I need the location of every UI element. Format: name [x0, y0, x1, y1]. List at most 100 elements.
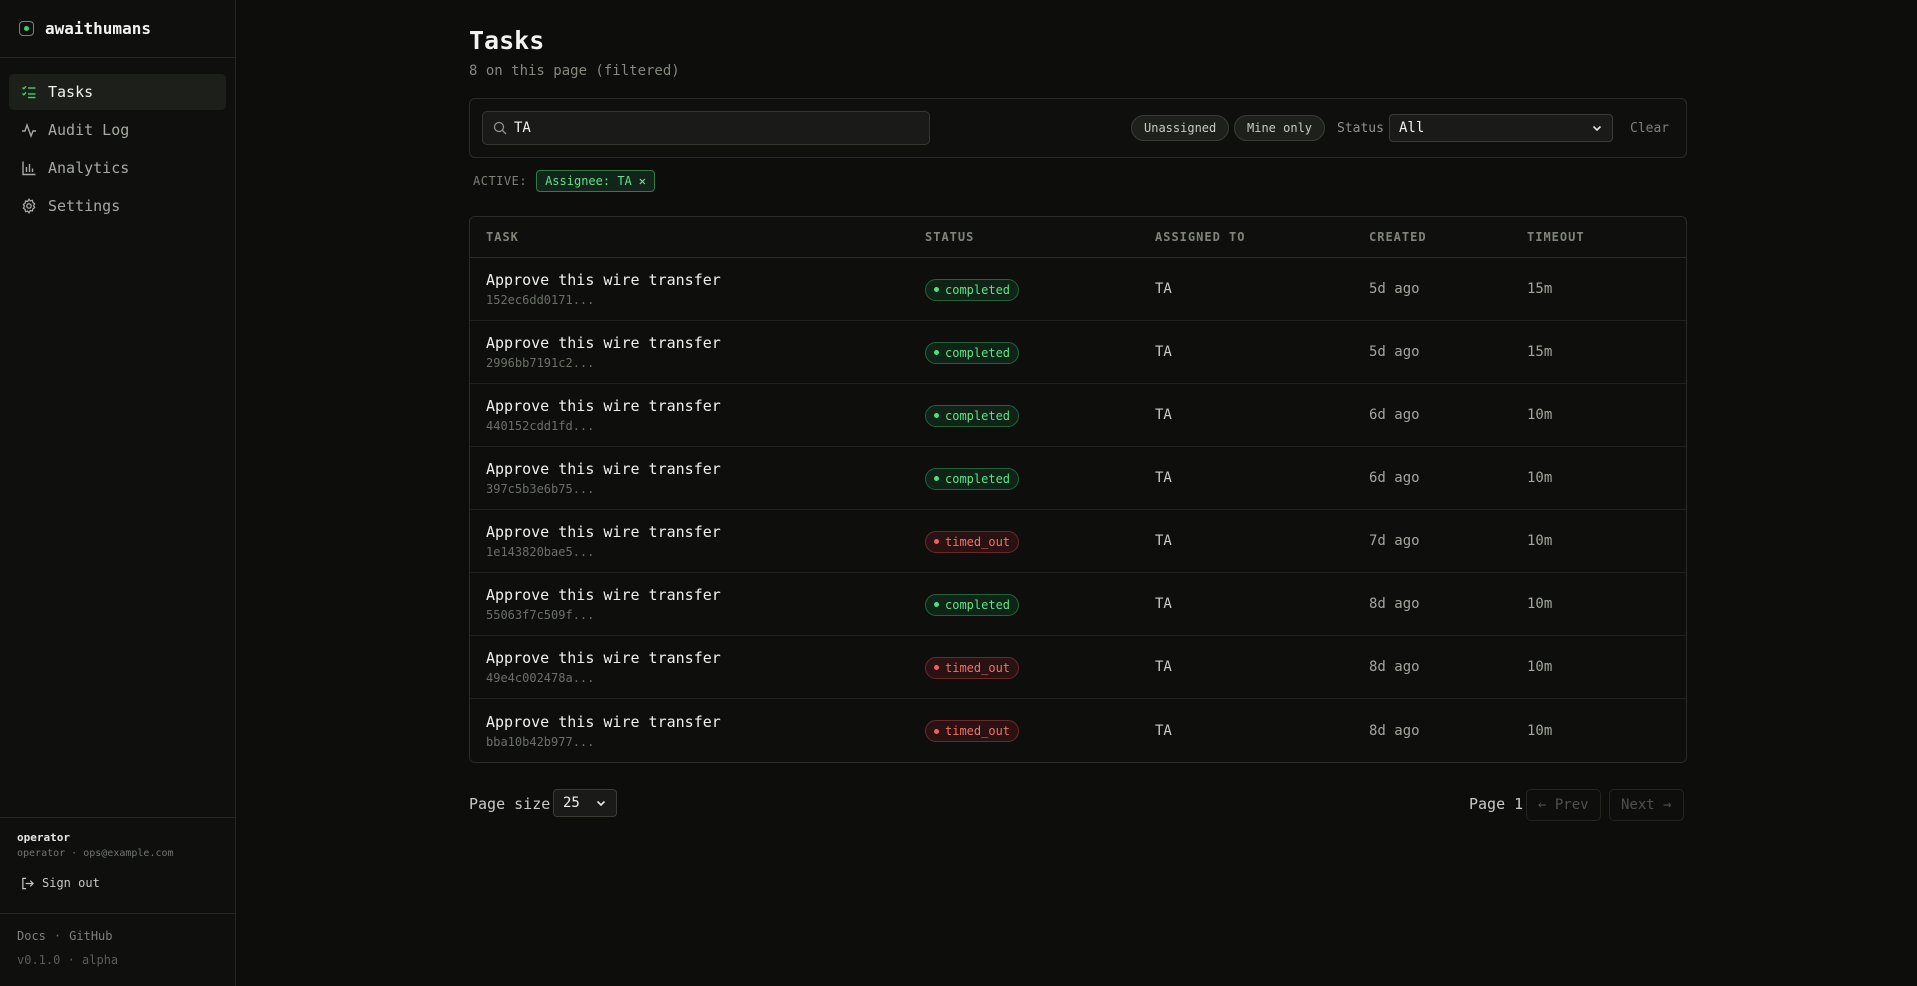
main-content: Tasks 8 on this page (filtered) Unassign… — [236, 0, 1917, 986]
sidebar-item-label: Audit Log — [48, 121, 130, 139]
sidebar-item-label: Tasks — [48, 83, 94, 101]
search-input[interactable] — [514, 120, 914, 136]
status-text: timed_out — [945, 724, 1011, 739]
created-cell: 8d ago — [1369, 596, 1420, 612]
table-row[interactable]: Approve this wire transfer bba10b42b977..… — [470, 699, 1686, 762]
mine-only-filter-chip[interactable]: Mine only — [1234, 115, 1326, 141]
chevron-down-icon — [596, 800, 606, 807]
status-cell: timed_out — [925, 719, 1155, 743]
clear-filters-button[interactable]: Clear — [1630, 121, 1669, 136]
status-text: completed — [945, 408, 1011, 423]
table-row[interactable]: Approve this wire transfer 397c5b3e6b75..… — [470, 447, 1686, 510]
bar-chart-icon — [21, 160, 37, 176]
status-text: timed_out — [945, 660, 1011, 675]
status-badge: completed — [925, 593, 1020, 616]
assigned-cell: TA — [1155, 596, 1172, 612]
status-dot-icon — [934, 728, 939, 734]
timeout-cell: 15m — [1527, 344, 1553, 360]
sidebar-item-label: Settings — [48, 197, 121, 215]
sidebar-item-audit-log[interactable]: Audit Log — [9, 112, 226, 148]
page-size-label: Page size — [469, 795, 551, 813]
column-header-status: STATUS — [925, 230, 975, 244]
task-cell: Approve this wire transfer 49e4c002478a..… — [470, 649, 925, 685]
sidebar-item-tasks[interactable]: Tasks — [9, 74, 226, 110]
search-box[interactable] — [482, 111, 930, 145]
sidebar-nav: Tasks Audit Log Analytics Settings — [0, 58, 235, 240]
status-badge: completed — [925, 467, 1020, 490]
sign-out-button[interactable]: Sign out — [17, 876, 218, 890]
user-name: operator — [17, 831, 70, 844]
remove-filter-icon[interactable]: ✕ — [639, 174, 646, 188]
status-dot-icon — [934, 287, 939, 293]
status-cell: completed — [925, 340, 1155, 364]
status-badge: completed — [925, 404, 1020, 427]
table-header: TASK STATUS ASSIGNED TO CREATED TIMEOUT — [470, 217, 1686, 258]
task-cell: Approve this wire transfer 1e143820bae5..… — [470, 523, 925, 559]
page-subtitle: 8 on this page (filtered) — [469, 63, 680, 79]
table-row[interactable]: Approve this wire transfer 152ec6dd0171..… — [470, 258, 1686, 321]
assigned-cell: TA — [1155, 281, 1172, 297]
status-badge: timed_out — [925, 530, 1020, 553]
status-filter-label: Status — [1337, 121, 1384, 136]
task-id: 1e143820bae5... — [486, 545, 595, 559]
docs-link[interactable]: Docs — [17, 929, 46, 943]
sidebar: awaithumans Tasks Audit Log Analytics Se… — [0, 0, 236, 986]
unassigned-filter-chip[interactable]: Unassigned — [1131, 115, 1230, 141]
status-dot-icon — [934, 476, 939, 482]
assigned-cell: TA — [1155, 470, 1172, 486]
task-cell: Approve this wire transfer 152ec6dd0171..… — [470, 271, 925, 307]
task-title: Approve this wire transfer — [486, 397, 721, 415]
status-cell: timed_out — [925, 655, 1155, 679]
created-cell: 6d ago — [1369, 470, 1420, 486]
status-dot-icon — [934, 665, 939, 671]
task-cell: Approve this wire transfer bba10b42b977..… — [470, 713, 925, 749]
task-id: 2996bb7191c2... — [486, 356, 595, 370]
task-id: 49e4c002478a... — [486, 671, 595, 685]
list-check-icon — [21, 84, 37, 100]
page-number: Page 1 — [1469, 795, 1524, 813]
sidebar-item-analytics[interactable]: Analytics — [9, 150, 226, 186]
sidebar-footer: Docs · GitHub v0.1.0 · alpha — [0, 913, 235, 967]
user-block: operator operator · ops@example.com Sign… — [0, 817, 235, 890]
version-text: v0.1.0 · alpha — [17, 953, 119, 967]
timeout-cell: 10m — [1527, 533, 1553, 549]
status-cell: completed — [925, 592, 1155, 616]
task-title: Approve this wire transfer — [486, 712, 721, 731]
filter-bar: Unassigned Mine only Status All Clear — [469, 98, 1687, 158]
next-page-button[interactable]: Next → — [1609, 789, 1684, 821]
table-row[interactable]: Approve this wire transfer 49e4c002478a..… — [470, 636, 1686, 699]
task-title: Approve this wire transfer — [486, 649, 721, 667]
task-id: 397c5b3e6b75... — [486, 482, 595, 496]
status-cell: completed — [925, 277, 1155, 301]
chevron-down-icon — [1592, 125, 1602, 132]
status-text: completed — [945, 471, 1011, 486]
pagination: Page size 25 Page 1 ← Prev Next → — [469, 789, 1687, 821]
status-cell: completed — [925, 403, 1155, 427]
app-root: awaithumans Tasks Audit Log Analytics Se… — [0, 0, 1917, 986]
table-row[interactable]: Approve this wire transfer 440152cdd1fd..… — [470, 384, 1686, 447]
task-title: Approve this wire transfer — [486, 271, 721, 289]
table-row[interactable]: Approve this wire transfer 55063f7c509f..… — [470, 573, 1686, 636]
sidebar-item-settings[interactable]: Settings — [9, 188, 226, 224]
task-id: 440152cdd1fd... — [486, 419, 595, 433]
task-cell: Approve this wire transfer 55063f7c509f..… — [470, 586, 925, 622]
github-link[interactable]: GitHub — [69, 929, 112, 943]
page-size-select[interactable]: 25 — [553, 789, 617, 817]
sidebar-item-label: Analytics — [48, 159, 130, 177]
brand-name: awaithumans — [45, 19, 151, 38]
created-cell: 5d ago — [1369, 281, 1420, 297]
status-select[interactable]: All — [1389, 114, 1613, 142]
table-row[interactable]: Approve this wire transfer 2996bb7191c2..… — [470, 321, 1686, 384]
user-meta: operator · ops@example.com — [17, 848, 174, 859]
prev-page-button[interactable]: ← Prev — [1526, 789, 1601, 821]
table-row[interactable]: Approve this wire transfer 1e143820bae5..… — [470, 510, 1686, 573]
status-badge: completed — [925, 278, 1020, 301]
status-text: completed — [945, 597, 1011, 612]
assigned-cell: TA — [1155, 407, 1172, 423]
brand[interactable]: awaithumans — [0, 0, 235, 58]
status-badge: timed_out — [925, 720, 1020, 743]
page-size-value: 25 — [563, 795, 580, 811]
timeout-cell: 10m — [1527, 722, 1553, 739]
column-header-created: CREATED — [1369, 230, 1427, 244]
created-cell: 8d ago — [1369, 722, 1420, 739]
